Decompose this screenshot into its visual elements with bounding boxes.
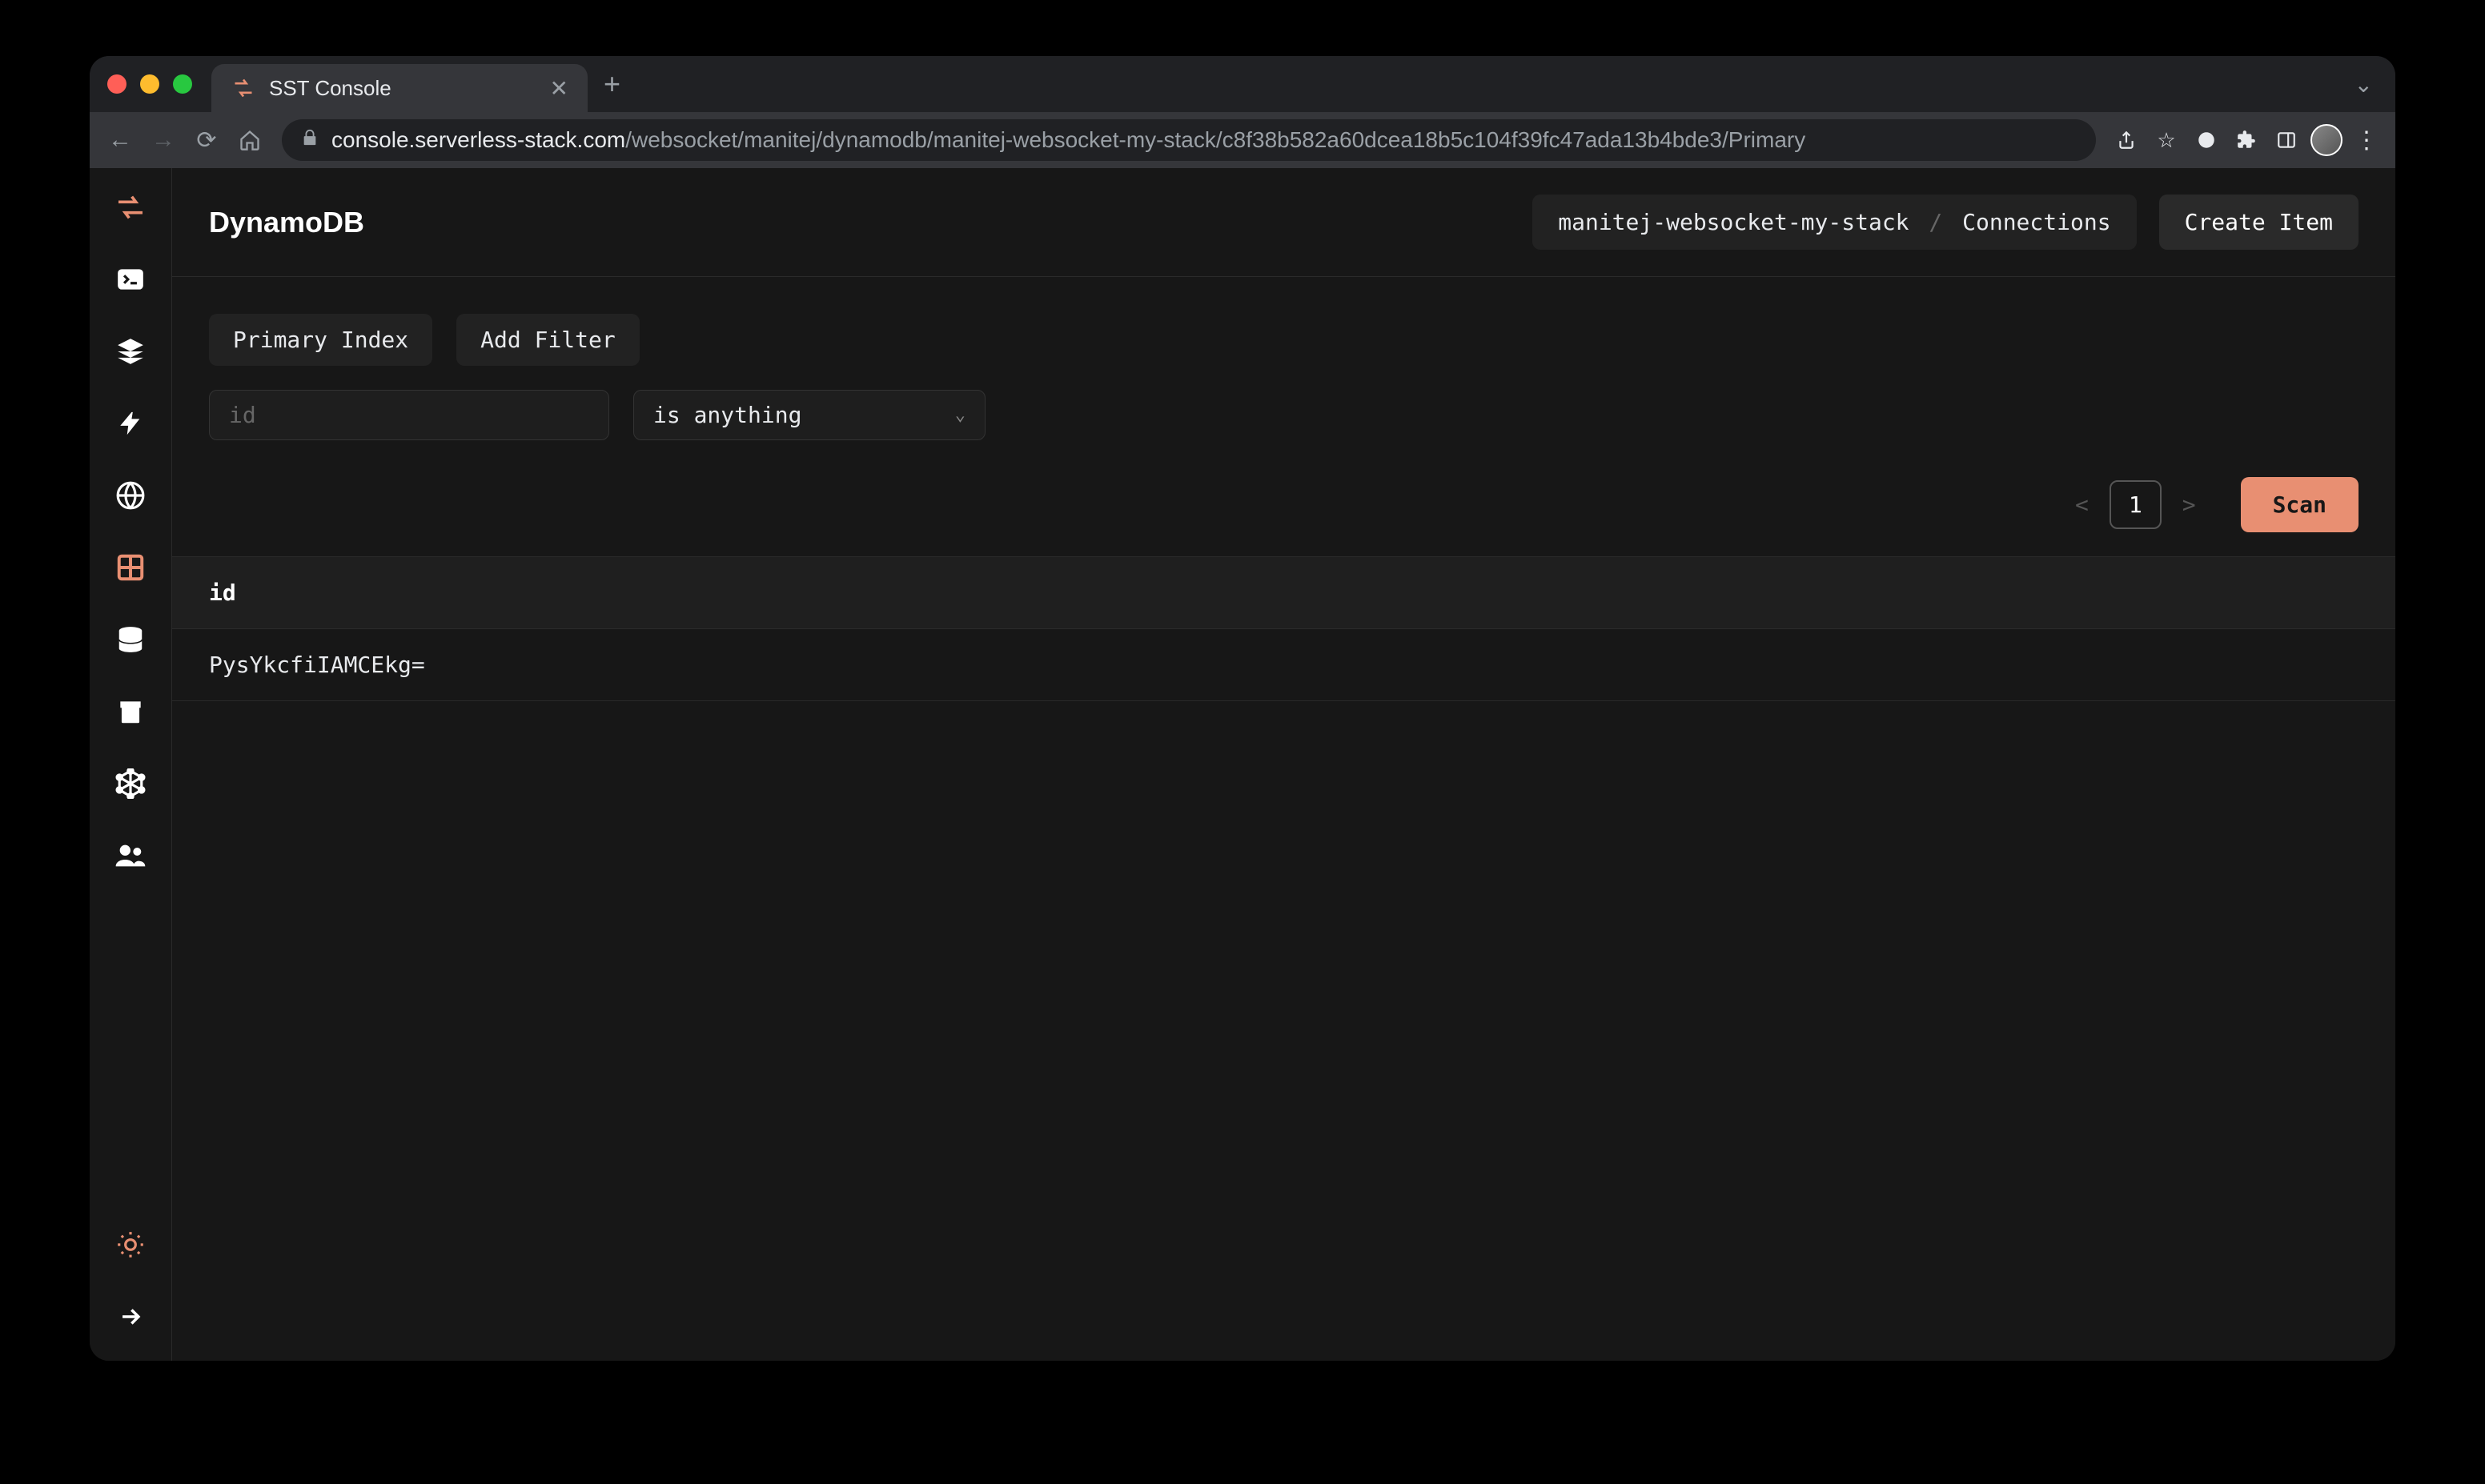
breadcrumb-table: Connections [1962,209,2110,235]
collapse-sidebar-icon[interactable] [114,1300,147,1334]
browser-window: SST Console ✕ + ⌄ ← → ⟳ console.serverle… [90,56,2395,1361]
add-filter-button[interactable]: Add Filter [456,314,640,366]
filter-condition-value: is anything [653,402,801,428]
table-header-row: id [172,556,2395,629]
dynamodb-icon[interactable] [114,551,147,584]
profile-avatar[interactable] [2310,124,2342,156]
column-header-id: id [209,580,236,606]
cognito-icon[interactable] [114,839,147,872]
sidepanel-icon[interactable] [2270,124,2302,156]
home-button[interactable] [232,122,267,158]
close-tab-icon[interactable]: ✕ [550,75,568,102]
scan-button[interactable]: Scan [2241,477,2359,532]
filter-key-input[interactable] [209,390,609,440]
filter-condition-select[interactable]: is anything ⌄ [633,390,986,440]
filter-section: Primary Index Add Filter is anything ⌄ [172,277,2395,477]
sst-logo-icon[interactable] [114,191,147,224]
app-root: DynamoDB manitej-websocket-my-stack / Co… [90,168,2395,1361]
sst-favicon-icon [231,75,256,101]
rds-icon[interactable] [114,623,147,656]
tab-bar: SST Console ✕ + ⌄ [90,56,2395,112]
page-number: 1 [2110,480,2162,529]
address-bar: ← → ⟳ console.serverless-stack.com/webso… [90,112,2395,168]
page-next-button[interactable]: > [2178,491,2201,518]
extension-circle-icon[interactable] [2190,124,2222,156]
forward-button[interactable]: → [146,122,181,158]
page-title: DynamoDB [209,206,1532,239]
main-content: DynamoDB manitej-websocket-my-stack / Co… [172,168,2395,1361]
share-icon[interactable] [2110,124,2142,156]
create-item-button[interactable]: Create Item [2159,195,2359,250]
action-row: < 1 > Scan [172,477,2395,556]
graphql-icon[interactable] [114,767,147,800]
chevron-down-icon: ⌄ [955,405,965,425]
table-row[interactable]: PysYkcfiIAMCEkg= [172,629,2395,701]
page-prev-button[interactable]: < [2070,491,2094,518]
stacks-icon[interactable] [114,335,147,368]
table-breadcrumb[interactable]: manitej-websocket-my-stack / Connections [1532,195,2136,250]
window-controls [107,74,192,94]
breadcrumb-stack: manitej-websocket-my-stack [1558,209,1909,235]
page-header: DynamoDB manitej-websocket-my-stack / Co… [172,168,2395,277]
buckets-icon[interactable] [114,695,147,728]
lock-icon [301,129,319,152]
new-tab-button[interactable]: + [604,67,620,101]
tab-title: SST Console [269,76,537,101]
browser-tab[interactable]: SST Console ✕ [211,64,588,112]
breadcrumb-separator: / [1929,209,1942,235]
tabs-dropdown-icon[interactable]: ⌄ [2355,71,2373,98]
terminal-icon[interactable] [114,263,147,296]
primary-index-button[interactable]: Primary Index [209,314,432,366]
cell-id: PysYkcfiIAMCEkg= [209,652,425,678]
extensions-icon[interactable] [2230,124,2262,156]
bookmark-icon[interactable]: ☆ [2150,124,2182,156]
functions-icon[interactable] [114,407,147,440]
browser-menu-icon[interactable]: ⋮ [2351,124,2383,156]
reload-button[interactable]: ⟳ [189,122,224,158]
filter-inputs-row: is anything ⌄ [209,390,2359,440]
theme-toggle-icon[interactable] [114,1228,147,1261]
close-window-button[interactable] [107,74,126,94]
maximize-window-button[interactable] [173,74,192,94]
back-button[interactable]: ← [102,122,138,158]
filter-buttons-row: Primary Index Add Filter [209,314,2359,366]
url-bar[interactable]: console.serverless-stack.com/websocket/m… [282,119,2096,161]
sidebar [90,168,172,1361]
api-icon[interactable] [114,479,147,512]
url-text: console.serverless-stack.com/websocket/m… [331,127,1805,153]
minimize-window-button[interactable] [140,74,159,94]
